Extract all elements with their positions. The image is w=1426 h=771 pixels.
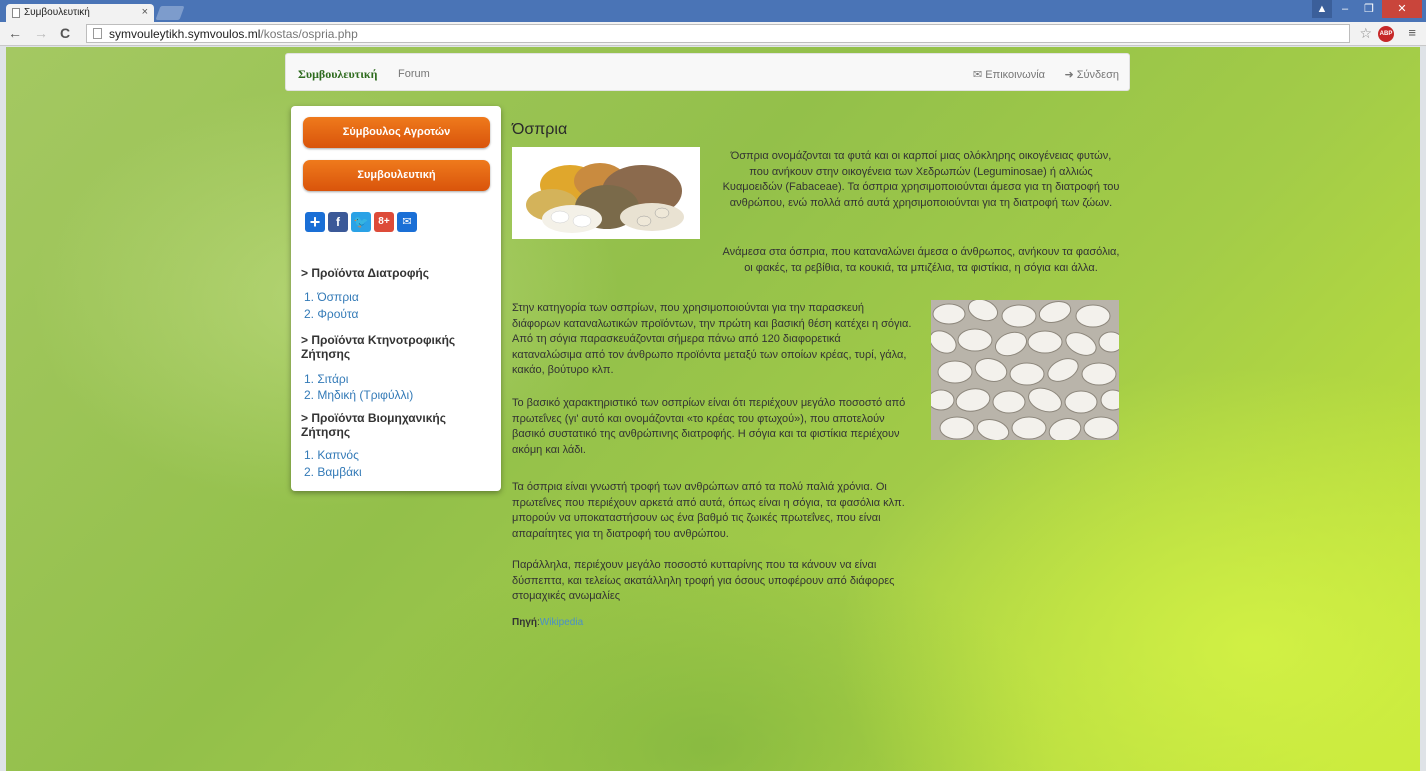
sidebar-link-fruits[interactable]: 2. Φρούτα [304,307,359,321]
page-title: Όσπρια [512,121,568,138]
cellulose-paragraph: Παράλληλα, περιέχουν μεγάλο ποσοστό κυττ… [512,559,895,602]
email-icon[interactable]: ✉ [397,212,417,232]
user-icon[interactable]: ▲ [1312,0,1332,18]
url-path: /kostas/ospria.php [260,27,358,41]
reload-icon[interactable]: C [60,25,70,41]
page-viewport: Συμβουλευτική Forum ✉ Επικοινωνία ➜ Σύνδ… [6,47,1420,771]
facebook-icon[interactable]: f [328,212,348,232]
page-icon [12,8,20,18]
back-icon[interactable]: ← [8,25,22,41]
category-title-food: > Προϊόντα Διατροφής [301,266,429,280]
protein-paragraph: Το βασικό χαρακτηριστικό των οσπρίων είν… [512,397,906,456]
share-add-icon[interactable]: + [305,212,325,232]
sidebar-link-cotton[interactable]: 2. Βαμβάκι [304,465,362,479]
browser-tab[interactable]: Συμβουλευτική × [6,4,154,22]
category-title-livestock: > Προϊόντα Κτηνοτροφικής Ζήτησης [301,333,456,361]
white-beans-image [931,300,1119,440]
browser-toolbar: ← → C symvouleytikh.symvoulos.ml/kostas/… [0,22,1426,46]
tab-title: Συμβουλευτική [24,7,90,18]
restore-button[interactable]: ❐ [1358,0,1380,18]
legumes-list-paragraph: Ανάμεσα στα όσπρια, που καταναλώνει άμεσ… [722,246,1120,274]
google-plus-icon[interactable]: 8+ [374,212,394,232]
source-line: Πηγή:Wikipedia [512,617,584,628]
close-tab-icon[interactable]: × [142,6,148,18]
nav-login-link[interactable]: ➜ Σύνδεση [1064,68,1119,81]
nav-forum-link[interactable]: Forum [398,68,430,80]
url-host: symvouleytikh.symvoulos.ml [109,27,261,41]
close-window-button[interactable]: ✕ [1382,0,1422,18]
sidebar-link-alfalfa[interactable]: 2. Μηδική (Τριφύλλι) [304,388,413,402]
twitter-icon[interactable]: 🐦 [351,212,371,232]
soy-paragraph: Στην κατηγορία των οσπρίων, που χρησιμοπ… [512,302,912,376]
nav-contact-link[interactable]: ✉ Επικοινωνία [973,68,1045,81]
site-navbar: Συμβουλευτική Forum ✉ Επικοινωνία ➜ Σύνδ… [285,53,1130,91]
address-bar[interactable]: symvouleytikh.symvoulos.ml/kostas/ospria… [86,24,1350,43]
bookmark-star-icon[interactable]: ☆ [1359,25,1372,42]
sidebar-link-wheat[interactable]: 1. Σιτάρι [304,372,348,386]
farmers-advisor-button[interactable]: Σύμβουλος Αγροτών [303,117,490,148]
page-icon [93,28,102,39]
source-link[interactable]: Wikipedia [540,617,583,628]
sidebar-link-tobacco[interactable]: 1. Καπνός [304,448,359,462]
browser-tabstrip: Συμβουλευτική × ▲ – ❐ ✕ [0,0,1426,22]
window-controls: ▲ – ❐ ✕ [1312,0,1422,20]
history-paragraph: Τα όσπρια είναι γνωστή τροφή των ανθρώπω… [512,481,905,540]
adblock-icon[interactable]: ABP [1378,26,1394,42]
sidebar: Σύμβουλος Αγροτών Συμβουλευτική + f 🐦 8+… [291,106,501,491]
brand-link[interactable]: Συμβουλευτική [298,67,377,82]
legumes-image [512,147,700,239]
share-buttons: + f 🐦 8+ ✉ [305,212,417,232]
intro-paragraph: Όσπρια ονομάζονται τα φυτά και οι καρποί… [722,150,1120,209]
menu-icon[interactable]: ≡ [1408,25,1416,40]
minimize-button[interactable]: – [1334,0,1356,18]
sidebar-link-legumes[interactable]: 1. Όσπρια [304,290,359,304]
category-title-industrial: > Προϊόντα Βιομηχανικής Ζήτησης [301,411,446,439]
source-label: Πηγή [512,617,537,628]
forward-icon[interactable]: → [34,25,48,41]
consulting-button[interactable]: Συμβουλευτική [303,160,490,191]
new-tab-button[interactable] [155,6,185,20]
